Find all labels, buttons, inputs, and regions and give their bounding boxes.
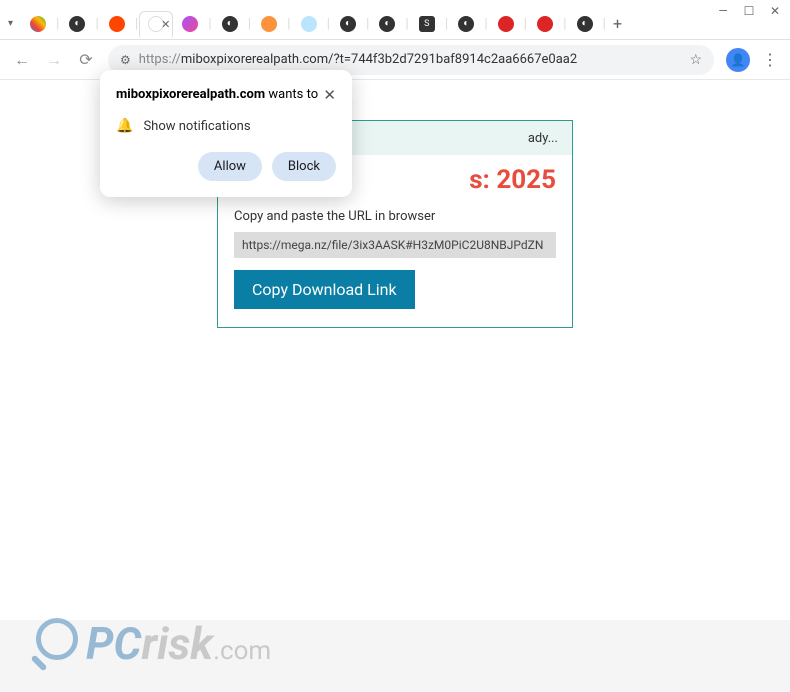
notification-permission-popup: miboxpixorerealpath.com wants to ✕ 🔔 Sho… <box>100 70 352 197</box>
profile-avatar[interactable]: 👤 <box>726 48 750 72</box>
browser-tab[interactable] <box>100 11 134 37</box>
url-text: https://miboxpixorerealpath.com/?t=744f3… <box>139 52 682 67</box>
window-maximize-icon[interactable]: ☐ <box>742 4 756 18</box>
popup-close-icon[interactable]: ✕ <box>323 86 336 104</box>
bookmark-star-icon[interactable]: ☆ <box>689 52 702 68</box>
permission-item: Show notifications <box>143 119 250 134</box>
hint-text: Copy and paste the URL in browser <box>234 209 556 224</box>
bell-icon: 🔔 <box>116 118 133 134</box>
browser-menu-icon[interactable]: ⋮ <box>762 50 778 69</box>
browser-tab-active[interactable]: ✕ <box>139 11 173 37</box>
browser-tab[interactable] <box>292 11 326 37</box>
browser-tab[interactable] <box>252 11 286 37</box>
window-close-icon[interactable]: ✕ <box>768 4 782 18</box>
tab-close-icon[interactable]: ✕ <box>161 18 170 31</box>
reload-button[interactable]: ⟳ <box>76 50 96 69</box>
copy-download-link-button[interactable]: Copy Download Link <box>234 270 415 309</box>
window-minimize-icon[interactable]: — <box>716 4 730 18</box>
tab-strip: ▾ | ◐| | ✕ | ◐| | | ◐| ◐| S| ◐| | | ◐| + <box>0 8 790 40</box>
browser-tab[interactable]: ◐ <box>449 11 483 37</box>
popup-message: miboxpixorerealpath.com wants to <box>116 86 318 104</box>
browser-tab[interactable]: ◐ <box>213 11 247 37</box>
browser-tab[interactable]: S <box>410 11 444 37</box>
watermark-logo: PCrisk.com <box>30 616 271 672</box>
magnifier-icon <box>30 616 86 672</box>
browser-tab[interactable]: ◐ <box>568 11 602 37</box>
new-tab-button[interactable]: + <box>613 14 622 33</box>
browser-tab[interactable]: ◐ <box>331 11 365 37</box>
back-button[interactable]: ← <box>12 50 32 70</box>
browser-tab[interactable] <box>21 11 55 37</box>
browser-tab[interactable] <box>173 11 207 37</box>
browser-tab[interactable]: ◐ <box>60 11 94 37</box>
browser-tab[interactable]: ◐ <box>370 11 404 37</box>
download-link-box[interactable]: https://mega.nz/file/3ix3AASK#H3zM0PiC2U… <box>234 232 556 258</box>
block-button[interactable]: Block <box>272 152 336 181</box>
browser-tab[interactable] <box>528 11 562 37</box>
browser-tab[interactable] <box>489 11 523 37</box>
tab-dropdown-icon[interactable]: ▾ <box>8 18 13 29</box>
site-settings-icon[interactable]: ⚙ <box>120 53 131 67</box>
allow-button[interactable]: Allow <box>198 152 262 181</box>
forward-button[interactable]: → <box>44 50 64 70</box>
